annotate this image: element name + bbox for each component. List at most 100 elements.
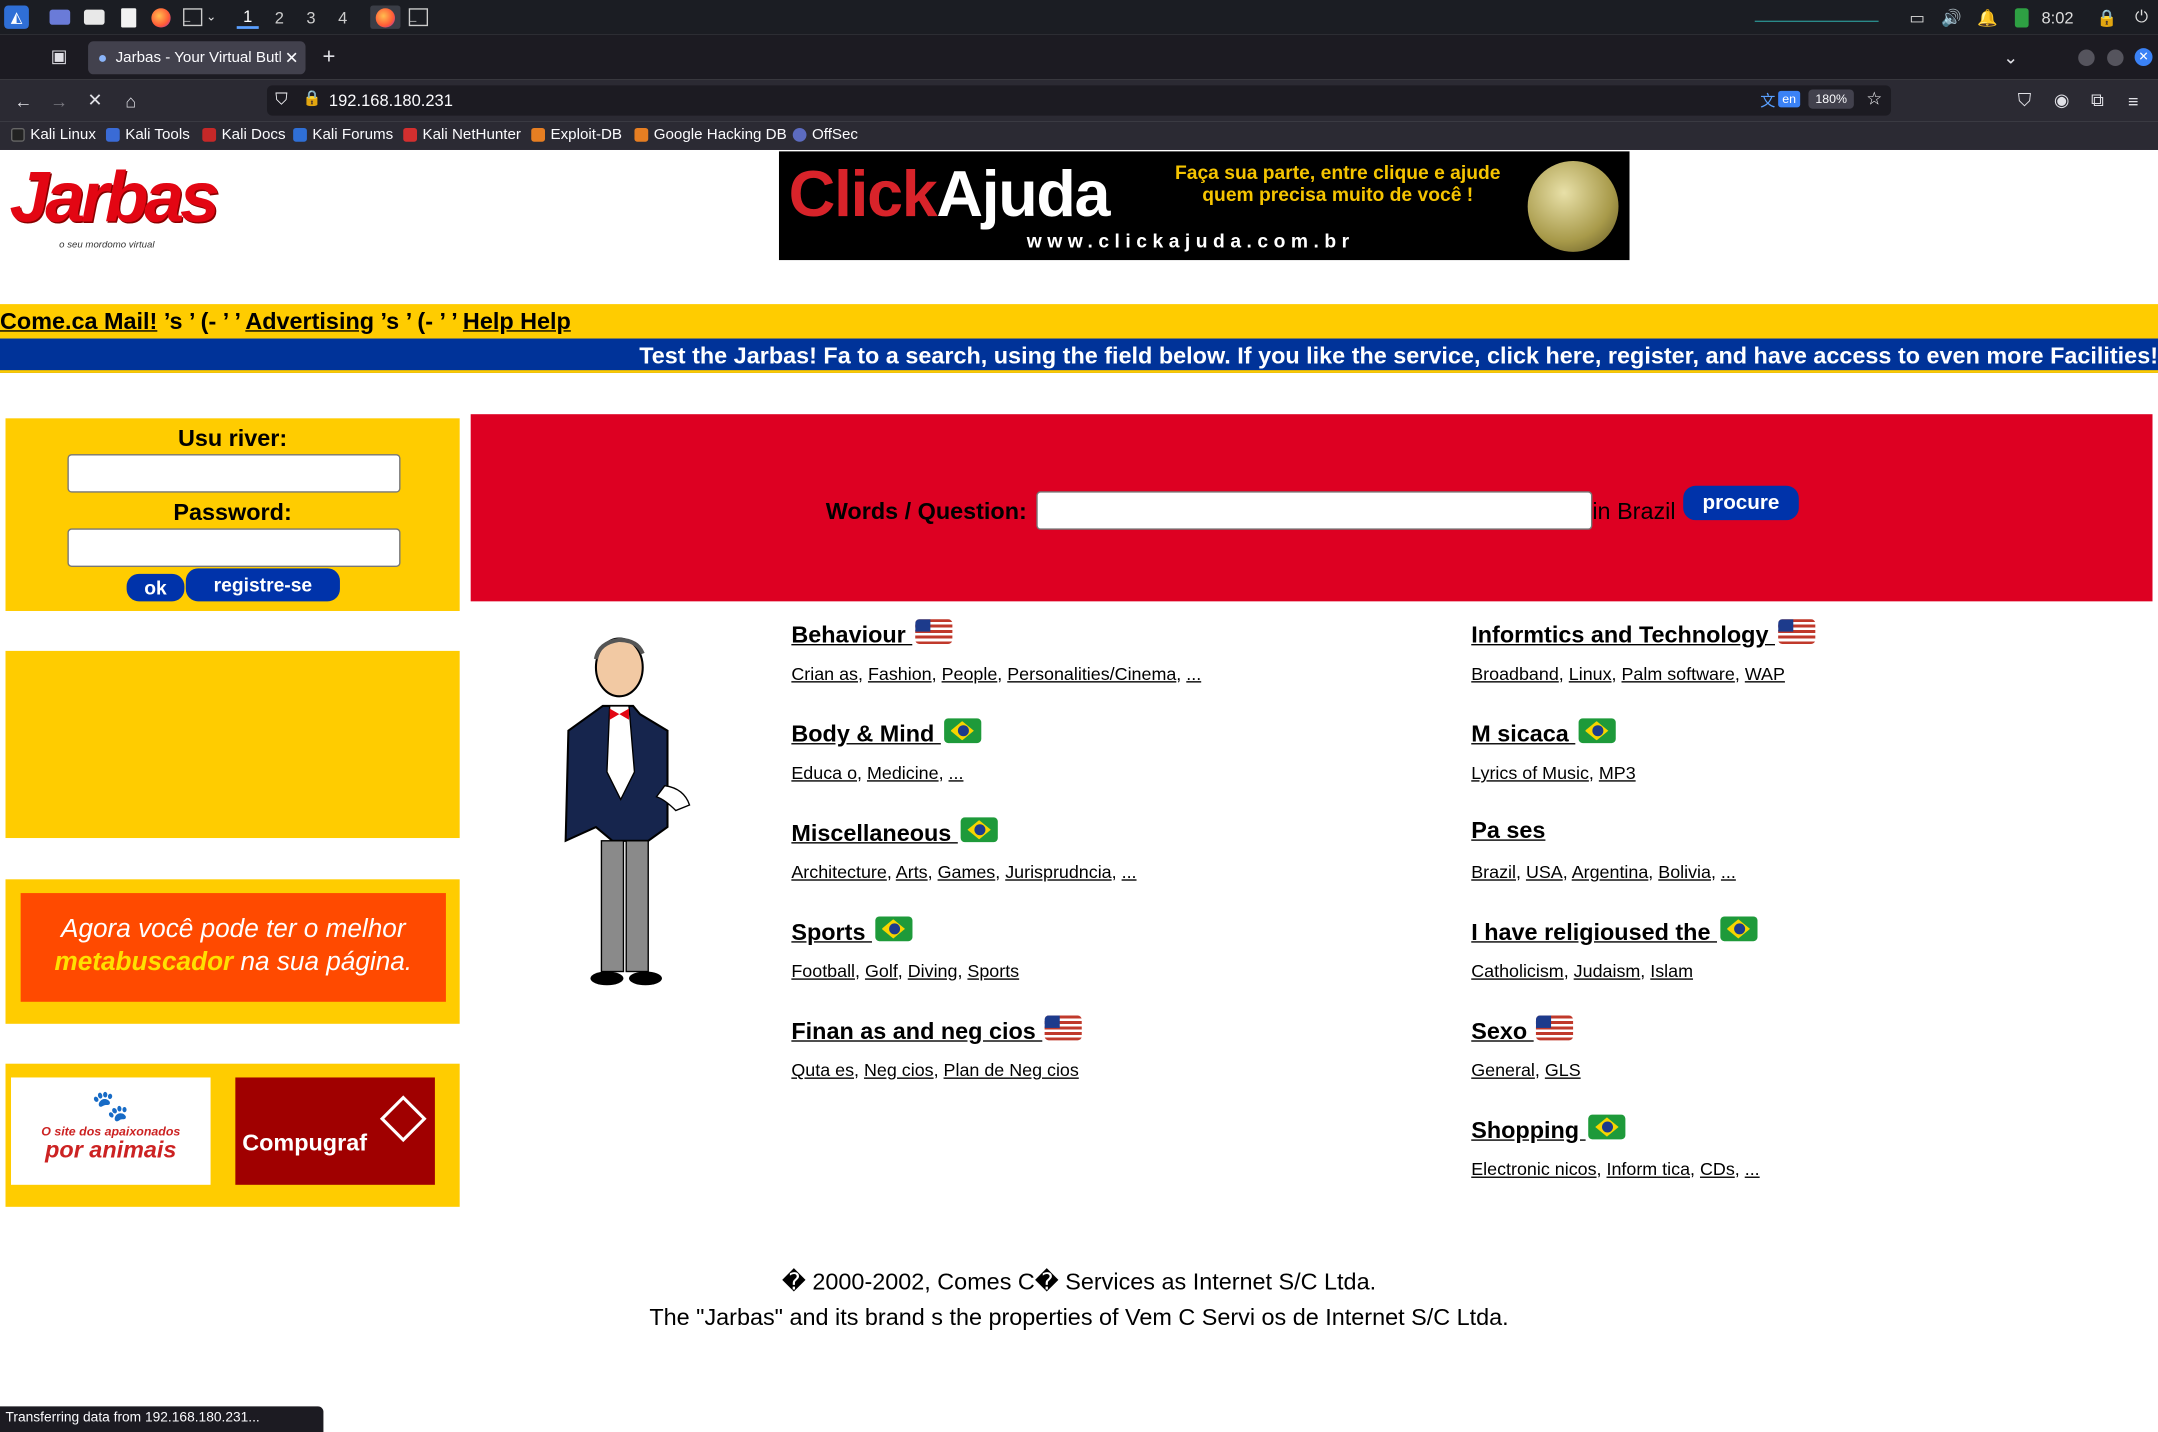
us-flag-icon[interactable] (1777, 619, 1815, 645)
brazil-flag-icon[interactable] (874, 916, 912, 942)
bookmark-kali-docs[interactable]: Kali Docs (202, 127, 286, 143)
browser-tab[interactable]: Jarbas - Your Virtual Butle ✕ (88, 41, 306, 75)
extensions-icon[interactable]: ⧉ (2085, 88, 2110, 113)
category-title[interactable]: Shopping (1471, 1117, 1585, 1143)
bookmark-google-hacking-db[interactable]: Google Hacking DB (634, 127, 787, 143)
category-title[interactable]: Sports (791, 919, 872, 945)
workspace-4[interactable]: 4 (332, 6, 354, 29)
maximize-window-icon[interactable] (2107, 49, 2124, 67)
subcategory-link[interactable]: USA (1526, 861, 1563, 882)
brazil-flag-icon[interactable] (1588, 1114, 1626, 1140)
close-window-icon[interactable]: ✕ (2134, 48, 2153, 67)
subcategory-link[interactable]: Bolivia (1658, 861, 1711, 882)
subcategory-link[interactable]: Quta es (791, 1060, 854, 1081)
menu-icon[interactable]: ≡ (2121, 88, 2146, 113)
battery-icon[interactable] (2011, 6, 2033, 29)
category-right-2[interactable]: Pa ses (1471, 817, 1545, 845)
terminal-window-icon[interactable]: _ (406, 6, 431, 29)
subcategory-link[interactable]: WAP (1745, 663, 1785, 684)
workspace-1[interactable]: 1 (236, 6, 259, 29)
pocket-icon[interactable]: ⛉ (2012, 88, 2037, 113)
subcategory-link[interactable]: Crian as (791, 663, 858, 684)
category-right-0[interactable]: Informtics and Technology (1471, 619, 1815, 649)
subcategory-link[interactable]: ... (949, 762, 964, 783)
subcategory-link[interactable]: Football (791, 961, 855, 982)
window-icon[interactable]: ▭ (1905, 6, 1930, 29)
subcategory-link[interactable]: Neg cios (864, 1060, 934, 1081)
category-right-4[interactable]: Sexo (1471, 1015, 1574, 1046)
subcategory-link[interactable]: Inform tica (1607, 1159, 1691, 1180)
firefox-window-icon[interactable] (370, 5, 401, 29)
desktop-icon[interactable] (47, 6, 72, 29)
brazil-flag-icon[interactable] (960, 817, 998, 843)
category-title[interactable]: Miscellaneous (791, 820, 957, 846)
bookmark-offsec[interactable]: OffSec (792, 127, 858, 143)
clock[interactable]: 8:02 (2037, 6, 2078, 29)
subcategory-link[interactable]: Electronic nicos (1471, 1159, 1596, 1180)
url-text[interactable]: 192.168.180.231 (329, 91, 453, 110)
subcategory-link[interactable]: Judaism (1574, 961, 1641, 982)
bookmark-star-icon[interactable]: ☆ (1866, 88, 1882, 110)
brazil-flag-icon[interactable] (1578, 718, 1616, 744)
subcategory-link[interactable]: Argentina (1572, 861, 1649, 882)
bookmark-kali-nethunter[interactable]: Kali NetHunter (403, 127, 521, 143)
firefox-launcher-icon[interactable] (149, 6, 174, 29)
category-title[interactable]: Behaviour (791, 622, 912, 648)
brazil-flag-icon[interactable] (943, 718, 981, 744)
bookmark-exploit-db[interactable]: Exploit-DB (531, 127, 622, 143)
tab-overview-icon[interactable]: ▣ (47, 44, 72, 69)
category-left-1[interactable]: Body & Mind (791, 718, 981, 748)
subcategory-link[interactable]: General (1471, 1060, 1535, 1081)
stop-loading-icon[interactable]: ✕ (83, 88, 108, 113)
forward-icon[interactable]: → (47, 88, 72, 113)
close-tab-icon[interactable]: ✕ (285, 48, 299, 67)
subcategory-link[interactable]: Educa o (791, 762, 857, 783)
workspace-3[interactable]: 3 (300, 6, 322, 29)
subcategory-link[interactable]: ... (1721, 861, 1736, 882)
subcategory-link[interactable]: Arts (896, 861, 928, 882)
back-icon[interactable]: ← (11, 88, 36, 113)
subcategory-link[interactable]: Golf (865, 961, 898, 982)
workspace-2[interactable]: 2 (268, 6, 290, 29)
new-tab-icon[interactable]: + (317, 45, 342, 70)
subcategory-link[interactable]: Catholicism (1471, 961, 1563, 982)
category-title[interactable]: I have religioused the (1471, 919, 1717, 945)
category-left-2[interactable]: Miscellaneous (791, 817, 998, 847)
subcategory-link[interactable]: MP3 (1599, 762, 1636, 783)
bookmark-kali-forums[interactable]: Kali Forums (293, 127, 393, 143)
bookmark-kali-linux[interactable]: Kali Linux (11, 127, 96, 143)
category-title[interactable]: Pa ses (1471, 817, 1545, 843)
category-left-4[interactable]: Finan as and neg cios (791, 1015, 1083, 1046)
translate-icon[interactable]: 文 (1760, 89, 1775, 111)
notification-bell-icon[interactable]: 🔔 (1975, 6, 2000, 29)
subcategory-link[interactable]: Brazil (1471, 861, 1516, 882)
subcategory-link[interactable]: Medicine (867, 762, 939, 783)
kali-menu-icon[interactable]: ◭ (4, 5, 29, 29)
subcategory-link[interactable]: ... (1745, 1159, 1760, 1180)
category-title[interactable]: Informtics and Technology (1471, 622, 1775, 648)
category-right-1[interactable]: M sicaca (1471, 718, 1616, 748)
power-icon[interactable]: ⏻ (2129, 6, 2154, 29)
subcategory-link[interactable]: Fashion (868, 663, 932, 684)
subcategory-link[interactable]: Architecture (791, 861, 886, 882)
category-title[interactable]: Body & Mind (791, 721, 940, 747)
subcategory-link[interactable]: People (942, 663, 998, 684)
list-tabs-icon[interactable]: ⌄ (1998, 45, 2023, 70)
subcategory-link[interactable]: Lyrics of Music (1471, 762, 1589, 783)
url-bar[interactable]: ⛉ 🔒 192.168.180.231 文 en 180% ☆ (266, 85, 1892, 116)
subcategory-link[interactable]: Games (938, 861, 996, 882)
terminal-launcher-icon[interactable]: _ ⌄ (179, 6, 220, 29)
volume-icon[interactable]: 🔊 (1939, 6, 1964, 29)
category-left-3[interactable]: Sports (791, 916, 912, 946)
subcategory-link[interactable]: CDs (1700, 1159, 1735, 1180)
text-editor-icon[interactable] (116, 6, 141, 29)
category-title[interactable]: Finan as and neg cios (791, 1018, 1042, 1044)
subcategory-link[interactable]: Islam (1650, 961, 1693, 982)
us-flag-icon[interactable] (915, 619, 953, 645)
file-manager-icon[interactable] (81, 6, 106, 29)
subcategory-link[interactable]: Diving (908, 961, 958, 982)
zoom-level[interactable]: 180% (1808, 89, 1854, 109)
lock-icon[interactable]: 🔒 (303, 89, 322, 108)
brazil-flag-icon[interactable] (1719, 916, 1757, 942)
shield-icon[interactable]: ⛉ (275, 89, 287, 110)
